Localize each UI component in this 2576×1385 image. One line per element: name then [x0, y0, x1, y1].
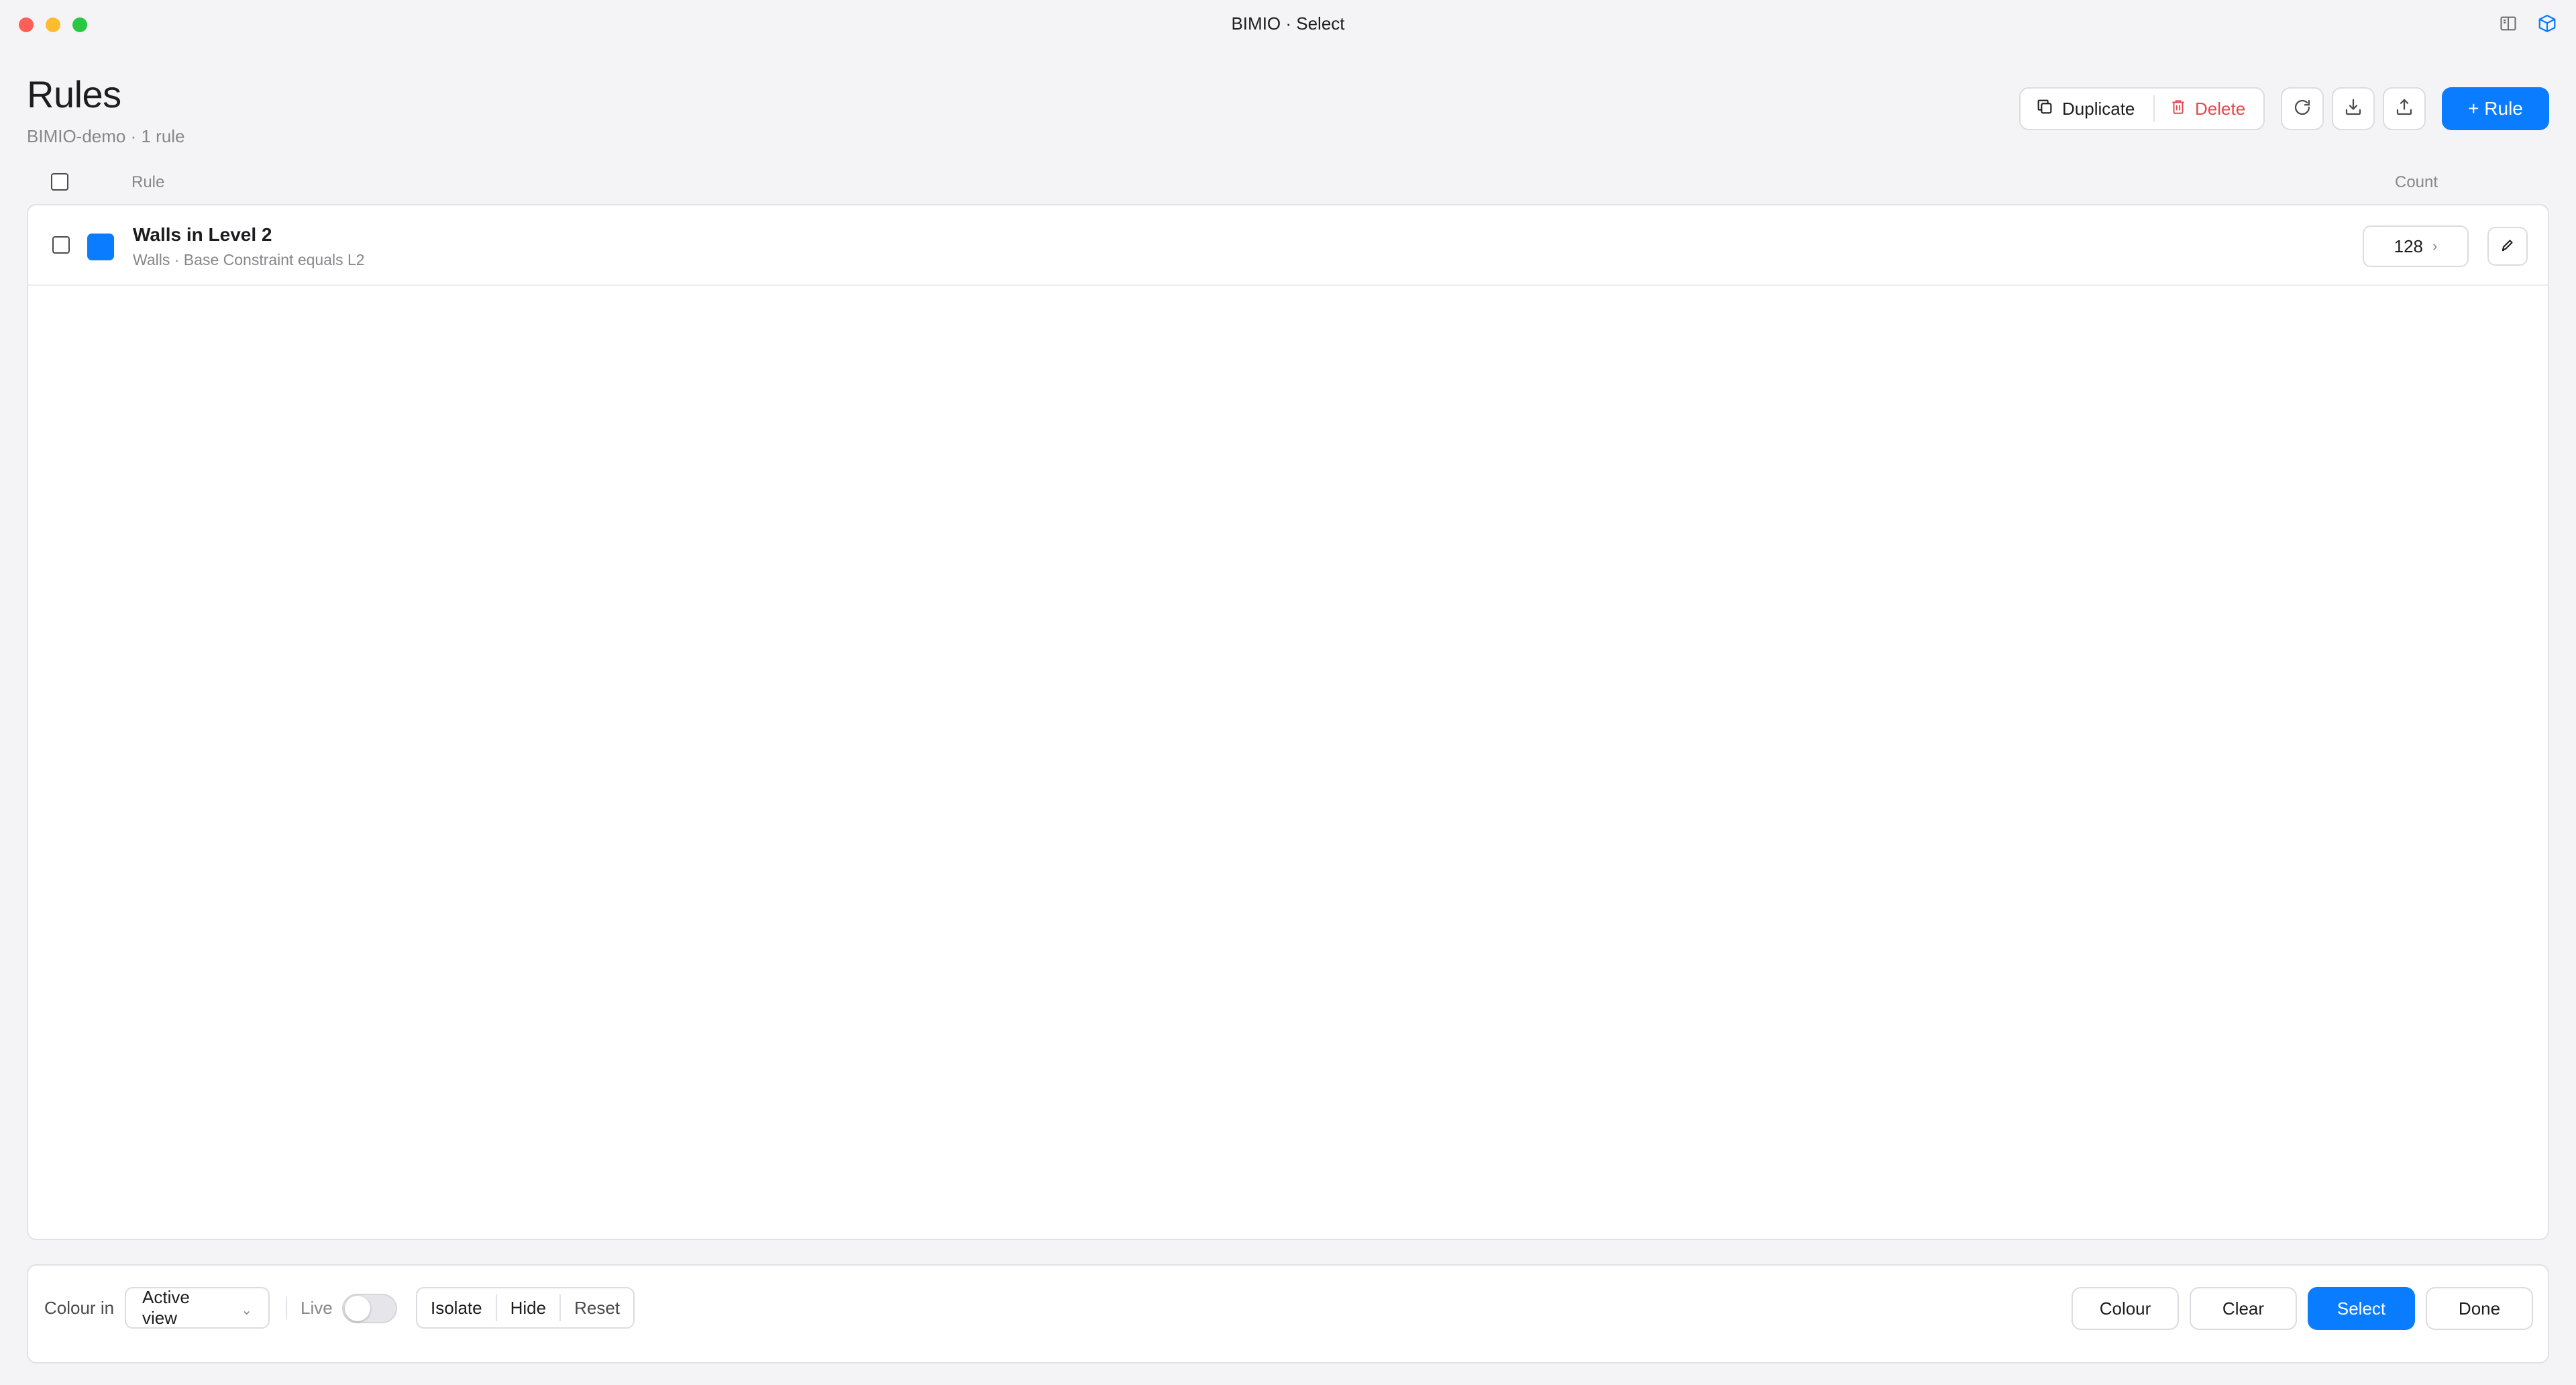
count-button[interactable]: 128 › [2363, 225, 2469, 267]
rule-color-swatch[interactable] [87, 234, 114, 260]
isolate-button[interactable]: Isolate [417, 1288, 496, 1327]
select-button[interactable]: Select [2308, 1287, 2415, 1330]
upload-icon [2394, 97, 2414, 121]
clear-button[interactable]: Clear [2190, 1287, 2297, 1330]
select-all-checkbox[interactable] [51, 173, 68, 191]
bottom-action-bar: Colour in Active view ⌄ Live Isolate Hid… [27, 1264, 2549, 1364]
column-header-rule: Rule [131, 173, 165, 191]
cube-icon[interactable] [2536, 12, 2559, 35]
chevron-down-icon: ⌄ [241, 1302, 252, 1318]
colour-in-value: Active view [142, 1287, 190, 1328]
colour-in-dropdown[interactable]: Active view ⌄ [125, 1287, 270, 1329]
edit-rule-button[interactable] [2487, 227, 2528, 266]
duplicate-button[interactable]: Duplicate [2021, 89, 2153, 129]
hide-button[interactable]: Hide [497, 1288, 559, 1327]
chevron-right-icon: › [2432, 238, 2438, 254]
rule-name: Walls in Level 2 [133, 224, 272, 245]
toggle-knob [345, 1296, 370, 1321]
window-title: BIMIO · Select [1231, 13, 1345, 34]
row-checkbox[interactable] [52, 236, 70, 254]
import-button[interactable] [2332, 87, 2375, 130]
title-bar: BIMIO · Select [0, 0, 2576, 51]
rules-list: Walls in Level 2 Walls · Base Constraint… [27, 204, 2549, 1240]
add-rule-button[interactable]: + Rule [2442, 87, 2549, 130]
page-subtitle: BIMIO-demo · 1 rule [27, 126, 185, 146]
visibility-actions-group: Isolate Hide Reset [416, 1287, 635, 1329]
divider [286, 1296, 287, 1319]
duplicate-icon [2035, 97, 2054, 121]
export-button[interactable] [2383, 87, 2426, 130]
reset-button[interactable]: Reset [561, 1288, 633, 1327]
download-icon [2343, 97, 2363, 121]
edit-actions-group: Duplicate Delete [2019, 87, 2265, 130]
rule-description: Walls · Base Constraint equals L2 [133, 251, 365, 268]
refresh-icon [2292, 97, 2312, 121]
colour-button[interactable]: Colour [2072, 1287, 2179, 1330]
live-toggle[interactable] [342, 1294, 397, 1323]
column-header-count: Count [2395, 173, 2438, 191]
book-icon[interactable] [2497, 12, 2520, 35]
refresh-button[interactable] [2281, 87, 2324, 130]
duplicate-label: Duplicate [2062, 98, 2135, 119]
delete-button[interactable]: Delete [2155, 89, 2260, 129]
delete-label: Delete [2195, 98, 2246, 119]
live-label: Live [301, 1298, 333, 1318]
trash-icon [2169, 98, 2187, 120]
table-row[interactable]: Walls in Level 2 Walls · Base Constraint… [28, 205, 2548, 286]
page-title: Rules [27, 73, 121, 115]
colour-in-label: Colour in [44, 1298, 115, 1318]
count-value: 128 [2394, 236, 2424, 256]
done-button[interactable]: Done [2426, 1287, 2533, 1330]
pencil-icon [2500, 237, 2516, 256]
